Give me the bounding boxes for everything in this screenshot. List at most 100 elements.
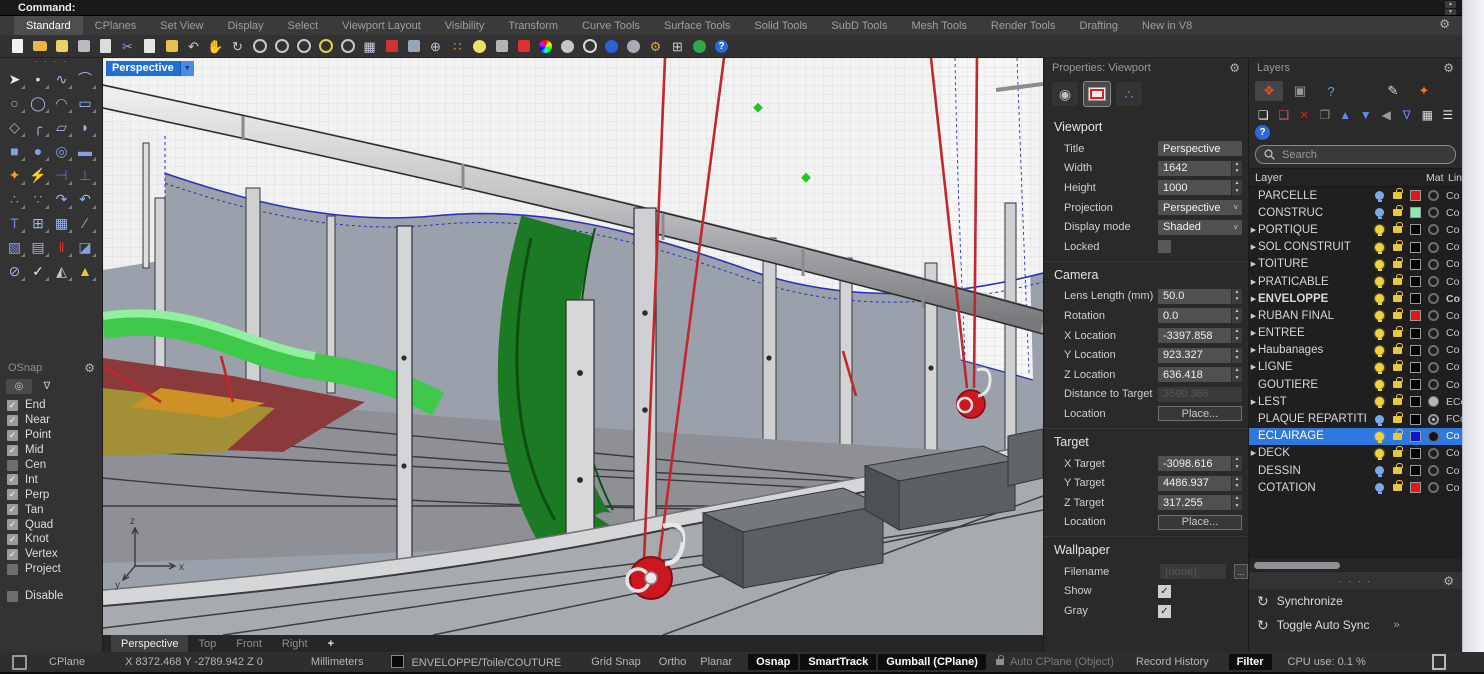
layer-lock-icon[interactable]	[1393, 364, 1402, 371]
save-icon[interactable]	[52, 37, 71, 56]
wireframe-sphere-icon[interactable]	[580, 37, 599, 56]
layer-lock-icon[interactable]	[1393, 209, 1402, 216]
osnap-end-checkbox[interactable]: ✓	[7, 400, 18, 411]
layer-name-dessin[interactable]: DESSIN	[1258, 465, 1375, 477]
osnap-gear-icon[interactable]: ⚙	[84, 361, 95, 375]
menu-tab-subd-tools[interactable]: SubD Tools	[819, 16, 899, 35]
expand-arrow-icon[interactable]: ▶	[1249, 449, 1258, 457]
osnap-point-checkbox[interactable]: ✓	[7, 430, 18, 441]
layers-help-icon[interactable]: ?	[1255, 125, 1270, 140]
layer-lock-icon[interactable]	[1393, 398, 1402, 405]
layer-lock-icon[interactable]	[1393, 416, 1402, 423]
layer-linetype[interactable]: Co	[1446, 276, 1462, 288]
layer-visibility-bulb-icon[interactable]	[1375, 277, 1384, 286]
layer-material-icon[interactable]	[1428, 414, 1439, 425]
spin-up-icon[interactable]: ▲	[1232, 367, 1242, 375]
prop-field-distance-to-target[interactable]: 3590.366	[1158, 387, 1242, 402]
menu-tab-mesh-tools[interactable]: Mesh Tools	[899, 16, 978, 35]
layer-color-swatch[interactable]	[1410, 190, 1421, 201]
prop-spinner-z-location[interactable]: ▲▼	[1231, 367, 1242, 382]
prop-checkbox-locked[interactable]	[1158, 240, 1171, 253]
properties-gear-icon[interactable]: ⚙	[1229, 61, 1240, 75]
layer-linetype[interactable]: Co	[1446, 241, 1462, 253]
layer-name-haubanages[interactable]: Haubanages	[1258, 344, 1375, 356]
layer-linetype[interactable]: Co	[1446, 224, 1462, 236]
menu-tab-select[interactable]: Select	[276, 16, 331, 35]
layer-lock-icon[interactable]	[1393, 484, 1402, 491]
display-tab[interactable]: ▣	[1286, 81, 1314, 101]
layer-visibility-bulb-icon[interactable]	[1375, 329, 1384, 338]
zoom-selected-icon[interactable]	[316, 37, 335, 56]
command-bar[interactable]: Command: ▲▼	[0, 0, 1484, 16]
offset-surface-icon[interactable]: ◪	[75, 236, 96, 258]
layer-lock-icon[interactable]	[1393, 433, 1402, 440]
layers-tab[interactable]: ❖	[1255, 81, 1283, 101]
layer-row-toiture[interactable]: ▶TOITURECo	[1249, 256, 1462, 273]
layer-lock-icon[interactable]	[1393, 467, 1402, 474]
prop-field-lens-length-mm-[interactable]: 50.0▲▼	[1158, 289, 1242, 304]
layer-material-icon[interactable]	[1428, 207, 1439, 218]
spin-up-icon[interactable]: ▲	[1232, 456, 1242, 464]
surface-from-curves-icon[interactable]: ▱	[51, 116, 72, 138]
expand-arrow-icon[interactable]: ▶	[1249, 346, 1258, 354]
object-properties-tab[interactable]: ◉	[1052, 82, 1078, 106]
layer-lock-icon[interactable]	[1393, 381, 1402, 388]
prop-dropdown-display-mode[interactable]: Shaded˅	[1158, 220, 1242, 235]
layer-lock-icon[interactable]	[1393, 244, 1402, 251]
extrude-icon[interactable]: ▬	[75, 140, 96, 162]
command-history-spinner[interactable]: ▲▼	[1445, 1, 1456, 15]
status-current-layer[interactable]: ENVELOPPE/Toile/COUTURE	[391, 655, 561, 669]
solid-edit-icon[interactable]: ▧	[4, 236, 25, 258]
options-gears-icon[interactable]: ⚙	[646, 37, 665, 56]
layer-row-entree[interactable]: ▶ENTREECo	[1249, 325, 1462, 342]
viewport-tab-perspective[interactable]: Perspective	[111, 635, 188, 652]
spin-up-icon[interactable]: ▲	[1232, 476, 1242, 484]
layer-material-icon[interactable]	[1428, 259, 1439, 270]
layer-color-swatch[interactable]	[1410, 431, 1421, 442]
toggle-auto-sync-button[interactable]: ↻Toggle Auto Sync»	[1249, 613, 1462, 637]
spin-up-icon[interactable]: ▲	[1232, 308, 1242, 316]
expand-arrow-icon[interactable]: ▶	[1249, 278, 1258, 286]
status-smarttrack[interactable]: SmartTrack	[800, 654, 876, 670]
osnap-dots-icon[interactable]: ∷	[448, 37, 467, 56]
layer-row-enveloppe[interactable]: ▶ENVELOPPECo	[1249, 290, 1462, 307]
layer-material-icon[interactable]	[1428, 465, 1439, 476]
point-cloud-icon[interactable]: ▦	[51, 212, 72, 234]
osnap-tab[interactable]: ◎	[6, 379, 32, 394]
shaded-sphere-icon[interactable]	[624, 37, 643, 56]
cone-icon[interactable]: ▲	[75, 260, 96, 282]
toolbar-gear-icon[interactable]: ⚙	[1439, 17, 1450, 31]
layer-linetype[interactable]: Co	[1446, 207, 1462, 219]
block-tool-icon[interactable]: ⊞	[668, 37, 687, 56]
text-icon[interactable]: T	[4, 212, 25, 234]
layer-visibility-bulb-icon[interactable]	[1375, 415, 1384, 424]
layer-name-ruban-final[interactable]: RUBAN FINAL	[1258, 310, 1375, 322]
prop-field-title[interactable]: Perspective	[1158, 141, 1242, 156]
array-icon[interactable]: ▤	[28, 236, 49, 258]
layer-name-sol-construit[interactable]: SOL CONSTRUIT	[1258, 241, 1375, 253]
layer-color-swatch[interactable]	[1410, 465, 1421, 476]
help-icon[interactable]: ?	[712, 37, 731, 56]
layer-visibility-bulb-icon[interactable]	[1375, 483, 1384, 492]
layer-visibility-bulb-icon[interactable]	[1375, 311, 1384, 320]
viewport-tab-front[interactable]: Front	[226, 635, 272, 652]
prop-field-z-target[interactable]: 317.255▲▼	[1158, 495, 1242, 510]
menu-tab-visibility[interactable]: Visibility	[433, 16, 497, 35]
osnap-disable-checkbox[interactable]	[7, 591, 18, 602]
layer-linetype[interactable]: Co	[1446, 293, 1462, 305]
osnap-end[interactable]: ✓End	[0, 398, 103, 413]
layer-linetype[interactable]: Co	[1446, 447, 1462, 459]
osnap-vertex[interactable]: ✓Vertex	[0, 547, 103, 562]
layer-row-parcelle[interactable]: PARCELLECo	[1249, 187, 1462, 204]
zoom-window-icon[interactable]	[294, 37, 313, 56]
sync-gear-icon[interactable]: ⚙	[1443, 574, 1454, 588]
layer-name-toiture[interactable]: TOITURE	[1258, 258, 1375, 270]
osnap-mid[interactable]: ✓Mid	[0, 443, 103, 458]
osnap-quad[interactable]: ✓Quad	[0, 517, 103, 532]
layer-name-praticable[interactable]: PRATICABLE	[1258, 276, 1375, 288]
layer-name-construc[interactable]: CONSTRUC	[1258, 207, 1375, 219]
polygon-icon[interactable]: ◇	[4, 116, 25, 138]
viewport-title-label[interactable]: Perspective ▼	[106, 61, 194, 76]
points-on-icon[interactable]: ⊞	[28, 212, 49, 234]
expand-arrow-icon[interactable]: ▶	[1249, 312, 1258, 320]
